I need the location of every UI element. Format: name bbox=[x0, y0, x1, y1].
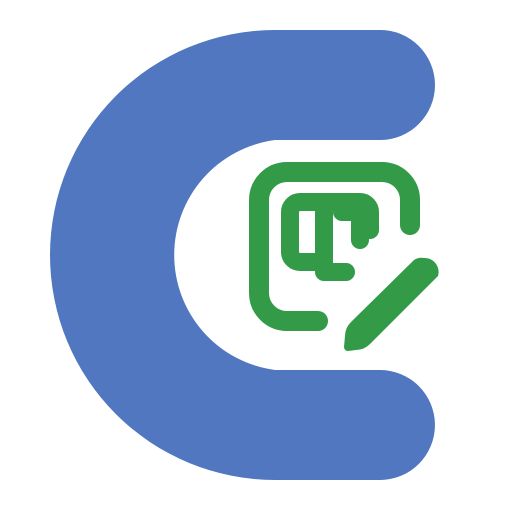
pencil-icon bbox=[344, 257, 439, 351]
app-logo bbox=[50, 30, 439, 480]
inner-tick bbox=[333, 203, 369, 249]
logo-canvas bbox=[0, 0, 512, 512]
c-letter-shape bbox=[50, 30, 435, 480]
